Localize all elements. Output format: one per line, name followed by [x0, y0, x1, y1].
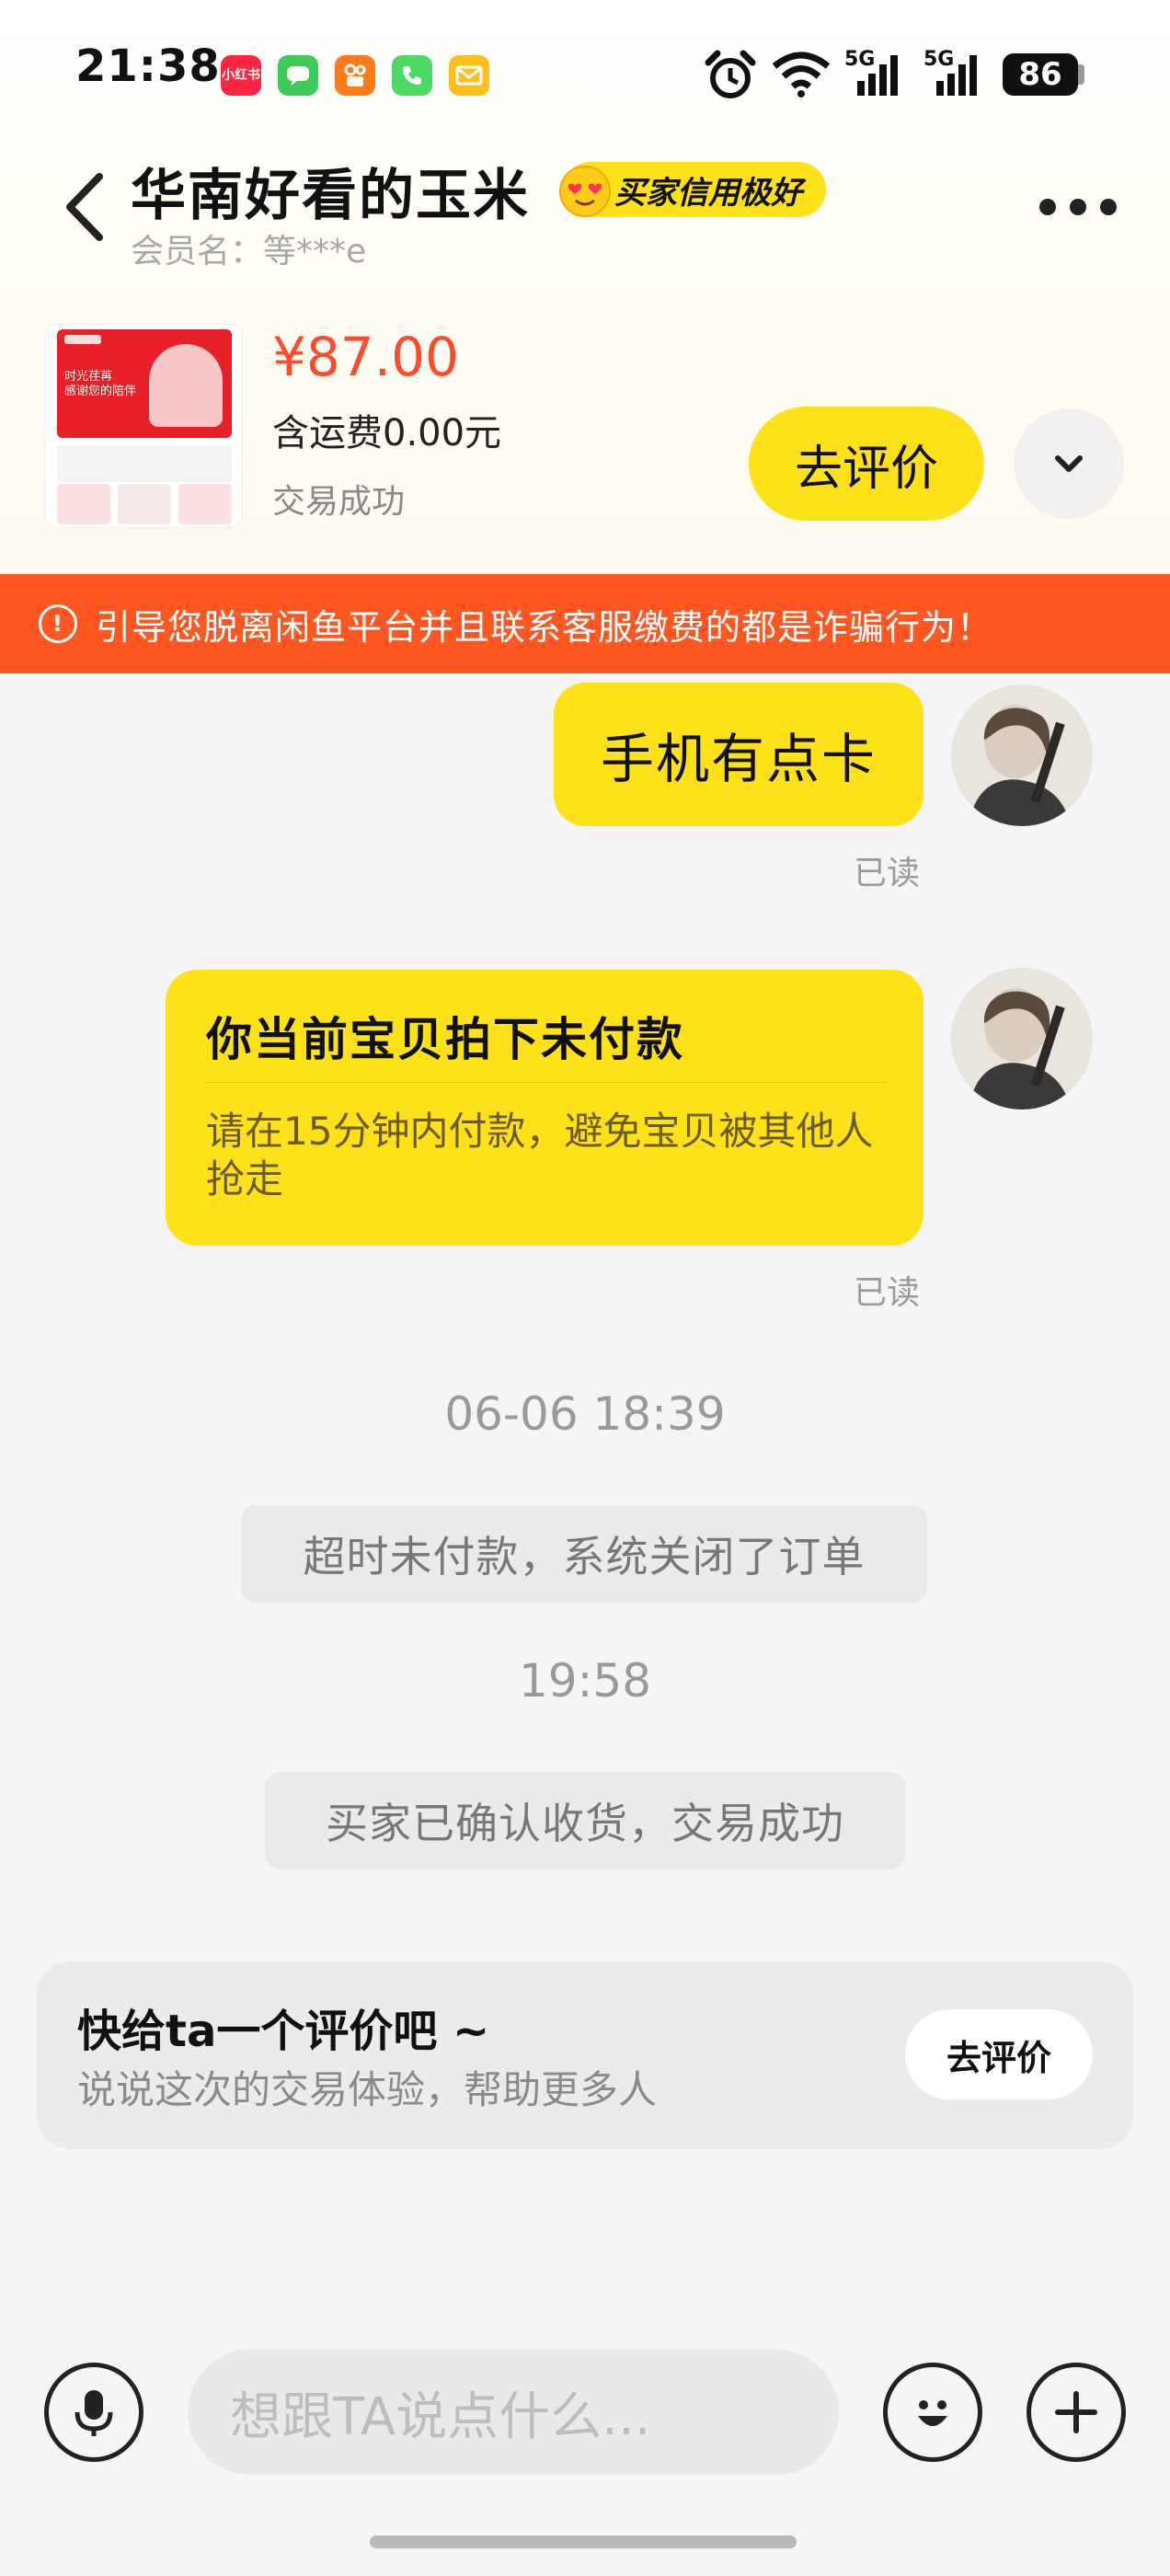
back-arrow-icon[interactable] [55, 166, 120, 248]
order-card-title: 你当前宝贝拍下未付款 [206, 1013, 684, 1066]
review-prompt-card: 快给ta一个评价吧 ~ 说说这次的交易体验，帮助更多人 去评价 [37, 1961, 1133, 2149]
message-bubble[interactable]: 手机有点卡 [554, 683, 923, 826]
system-message: 超时未付款，系统关闭了订单 [241, 1505, 927, 1603]
thumb-text: 时光荏苒 感谢您的陪伴 [64, 370, 137, 398]
warning-text: 引导您脱离闲鱼平台并且联系客服缴费的都是诈骗行为！ [96, 606, 993, 648]
xiaohongshu-icon: 小红书 [221, 55, 261, 96]
expand-button[interactable] [1014, 408, 1124, 519]
chevron-down-icon [1055, 455, 1083, 472]
microphone-icon [75, 2390, 113, 2436]
member-name: 等***e [263, 233, 367, 270]
chat-header: 21:38 小红书 5G 5G 86 华南好看的玉米 买家信用极好 会员名：等*… [0, 0, 1170, 572]
review-prompt-title: 快给ta一个评价吧 ~ [77, 2006, 490, 2057]
add-button[interactable] [1027, 2363, 1126, 2462]
divider [206, 1082, 887, 1083]
alarm-icon [705, 50, 756, 98]
chat-partner-name: 华南好看的玉米 [131, 164, 530, 228]
plus-icon [1055, 2391, 1097, 2433]
voice-button[interactable] [44, 2363, 143, 2462]
more-options-icon[interactable] [1039, 193, 1117, 221]
trade-status: 交易成功 [272, 483, 406, 521]
member-name-line: 会员名：等***e [131, 224, 366, 272]
credit-badge-label: 买家信用极好 [614, 174, 802, 212]
header-review-button[interactable]: 去评价 [749, 407, 984, 521]
battery-tip [1078, 64, 1084, 85]
status-time: 21:38 [75, 40, 221, 92]
message-input[interactable]: 想跟TA说点什么... [188, 2350, 839, 2475]
timestamp: 06-06 18:39 [444, 1387, 726, 1441]
fraud-warning-bar: ! 引导您脱离闲鱼平台并且联系客服缴费的都是诈骗行为！ [0, 574, 1170, 673]
order-card-description: 请在15分钟内付款，避免宝贝被其他人抢走 [206, 1109, 874, 1202]
wifi-icon [772, 52, 831, 98]
signal-icon-1 [857, 55, 898, 96]
user-avatar[interactable] [951, 968, 1093, 1110]
smiley-icon [918, 2400, 947, 2426]
kuaishou-icon [335, 55, 375, 96]
read-status: 已读 [854, 855, 921, 892]
emoji-button[interactable] [883, 2363, 982, 2462]
review-prompt-subtitle: 说说这次的交易体验，帮助更多人 [77, 2067, 658, 2112]
system-message: 买家已确认收货，交易成功 [265, 1772, 905, 1869]
signal-icon-2 [936, 55, 977, 96]
shipping-info: 含运费0.00元 [272, 412, 502, 454]
product-thumbnail[interactable]: 时光荏苒 感谢您的陪伴 [44, 324, 243, 528]
review-button[interactable]: 去评价 [905, 2009, 1093, 2099]
thumb-red-panel: 时光荏苒 感谢您的陪伴 [57, 329, 232, 438]
heart-eyes-emoji-icon [559, 166, 611, 217]
messages-icon [278, 55, 318, 96]
mail-icon [449, 55, 489, 96]
order-status-card[interactable]: 你当前宝贝拍下未付款 请在15分钟内付款，避免宝贝被其他人抢走 [166, 970, 923, 1246]
credit-badge: 买家信用极好 [559, 162, 826, 217]
read-status: 已读 [854, 1274, 921, 1312]
member-prefix: 会员名： [131, 233, 264, 270]
user-avatar[interactable] [951, 684, 1093, 826]
product-price: ¥87.00 [272, 326, 459, 388]
battery-indicator: 86 [1003, 53, 1078, 96]
home-indicator[interactable] [370, 2536, 797, 2548]
phone-icon [392, 55, 432, 96]
timestamp: 19:58 [518, 1654, 652, 1708]
warning-icon: ! [39, 604, 77, 643]
